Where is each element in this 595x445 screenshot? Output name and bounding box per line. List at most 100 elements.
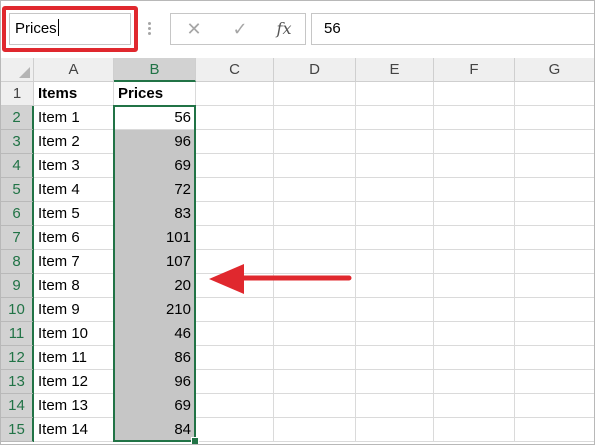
cell-a11[interactable]: Item 10 — [34, 322, 114, 346]
cell-d5[interactable] — [274, 178, 356, 202]
cell-b7[interactable]: 101 — [114, 226, 196, 250]
row-header-1[interactable]: 1 — [1, 82, 34, 106]
cancel-icon[interactable]: ✕ — [177, 14, 211, 44]
cell-f13[interactable] — [434, 370, 515, 394]
cell-e1[interactable] — [356, 82, 434, 106]
cell-d7[interactable] — [274, 226, 356, 250]
row-header-4[interactable]: 4 — [1, 154, 34, 178]
row-header-12[interactable]: 12 — [1, 346, 34, 370]
cell-e8[interactable] — [356, 250, 434, 274]
formula-input[interactable]: 56 — [311, 13, 594, 45]
row-header-2[interactable]: 2 — [1, 106, 34, 130]
cell-b10[interactable]: 210 — [114, 298, 196, 322]
cell-d4[interactable] — [274, 154, 356, 178]
cell-f8[interactable] — [434, 250, 515, 274]
cell-g10[interactable] — [515, 298, 594, 322]
cell-a5[interactable]: Item 4 — [34, 178, 114, 202]
cell-d6[interactable] — [274, 202, 356, 226]
cell-e10[interactable] — [356, 298, 434, 322]
cell-c13[interactable] — [196, 370, 274, 394]
cell-g3[interactable] — [515, 130, 594, 154]
cell-g13[interactable] — [515, 370, 594, 394]
cell-a15[interactable]: Item 14 — [34, 418, 114, 442]
cell-c12[interactable] — [196, 346, 274, 370]
cell-c2[interactable] — [196, 106, 274, 130]
cell-f9[interactable] — [434, 274, 515, 298]
cell-b8[interactable]: 107 — [114, 250, 196, 274]
cell-f2[interactable] — [434, 106, 515, 130]
cell-g6[interactable] — [515, 202, 594, 226]
formula-bar-grip-icon[interactable] — [148, 22, 151, 36]
cell-g11[interactable] — [515, 322, 594, 346]
cell-a12[interactable]: Item 11 — [34, 346, 114, 370]
column-header-f[interactable]: F — [434, 58, 515, 82]
cell-d12[interactable] — [274, 346, 356, 370]
row-header-14[interactable]: 14 — [1, 394, 34, 418]
cell-d14[interactable] — [274, 394, 356, 418]
cell-c10[interactable] — [196, 298, 274, 322]
cell-b12[interactable]: 86 — [114, 346, 196, 370]
cell-a1[interactable]: Items — [34, 82, 114, 106]
cell-c7[interactable] — [196, 226, 274, 250]
column-header-g[interactable]: G — [515, 58, 594, 82]
cell-a2[interactable]: Item 1 — [34, 106, 114, 130]
row-header-11[interactable]: 11 — [1, 322, 34, 346]
fill-handle[interactable] — [191, 437, 199, 444]
cell-e13[interactable] — [356, 370, 434, 394]
row-header-15[interactable]: 15 — [1, 418, 34, 442]
cell-g4[interactable] — [515, 154, 594, 178]
cell-c3[interactable] — [196, 130, 274, 154]
select-all-button[interactable] — [1, 58, 34, 82]
column-header-a[interactable]: A — [34, 58, 114, 82]
cell-d15[interactable] — [274, 418, 356, 442]
cell-c11[interactable] — [196, 322, 274, 346]
cell-b3[interactable]: 96 — [114, 130, 196, 154]
cell-g14[interactable] — [515, 394, 594, 418]
cell-e9[interactable] — [356, 274, 434, 298]
cell-f7[interactable] — [434, 226, 515, 250]
cell-g8[interactable] — [515, 250, 594, 274]
row-header-8[interactable]: 8 — [1, 250, 34, 274]
cell-c5[interactable] — [196, 178, 274, 202]
cell-c15[interactable] — [196, 418, 274, 442]
insert-function-button[interactable]: fx — [267, 14, 301, 44]
row-header-6[interactable]: 6 — [1, 202, 34, 226]
cell-f5[interactable] — [434, 178, 515, 202]
cell-b2[interactable]: 56 — [114, 106, 196, 130]
cell-e12[interactable] — [356, 346, 434, 370]
cell-f15[interactable] — [434, 418, 515, 442]
column-header-c[interactable]: C — [196, 58, 274, 82]
cell-b11[interactable]: 46 — [114, 322, 196, 346]
cell-a9[interactable]: Item 8 — [34, 274, 114, 298]
cell-c4[interactable] — [196, 154, 274, 178]
cell-f11[interactable] — [434, 322, 515, 346]
cell-a3[interactable]: Item 2 — [34, 130, 114, 154]
cell-d10[interactable] — [274, 298, 356, 322]
cell-e6[interactable] — [356, 202, 434, 226]
cell-b1[interactable]: Prices — [114, 82, 196, 106]
cell-g15[interactable] — [515, 418, 594, 442]
cell-e5[interactable] — [356, 178, 434, 202]
row-header-3[interactable]: 3 — [1, 130, 34, 154]
cell-d13[interactable] — [274, 370, 356, 394]
cell-f6[interactable] — [434, 202, 515, 226]
cell-g9[interactable] — [515, 274, 594, 298]
cell-g1[interactable] — [515, 82, 594, 106]
cell-b14[interactable]: 69 — [114, 394, 196, 418]
cell-a14[interactable]: Item 13 — [34, 394, 114, 418]
cell-b5[interactable]: 72 — [114, 178, 196, 202]
cell-g12[interactable] — [515, 346, 594, 370]
cell-e4[interactable] — [356, 154, 434, 178]
cell-e2[interactable] — [356, 106, 434, 130]
cell-c1[interactable] — [196, 82, 274, 106]
cell-f1[interactable] — [434, 82, 515, 106]
cell-f14[interactable] — [434, 394, 515, 418]
cell-c14[interactable] — [196, 394, 274, 418]
cell-a8[interactable]: Item 7 — [34, 250, 114, 274]
cell-a10[interactable]: Item 9 — [34, 298, 114, 322]
cell-e15[interactable] — [356, 418, 434, 442]
column-header-e[interactable]: E — [356, 58, 434, 82]
cell-a6[interactable]: Item 5 — [34, 202, 114, 226]
cell-b4[interactable]: 69 — [114, 154, 196, 178]
cell-b9[interactable]: 20 — [114, 274, 196, 298]
